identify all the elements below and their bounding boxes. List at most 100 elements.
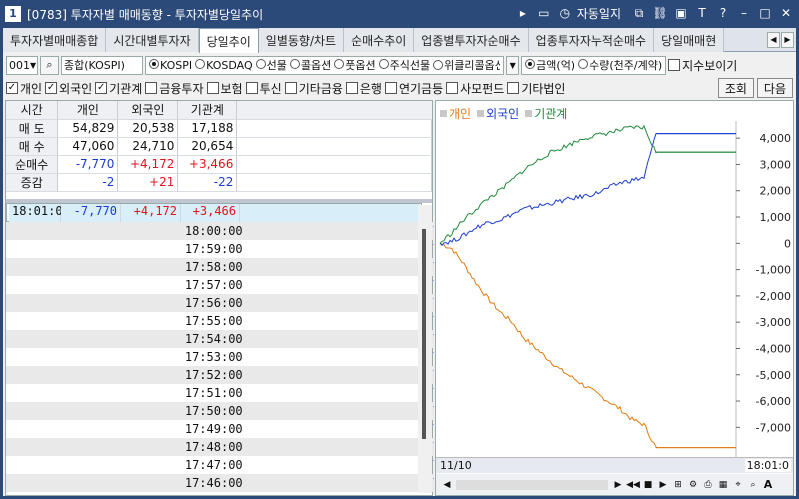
table-row[interactable]: 17:55:00-7,768+4,151+3,488	[6, 312, 434, 330]
minimize-icon[interactable]: –	[735, 4, 753, 22]
radio-put-option[interactable]: 풋옵션	[334, 57, 376, 73]
radio-quantity[interactable]: 수량(천주/계약)	[578, 57, 662, 73]
y-tick-label: 2,000	[760, 185, 792, 198]
radio-stock-futures[interactable]: 주식선물	[378, 57, 430, 73]
help-icon[interactable]: ?	[714, 4, 732, 22]
save-icon[interactable]: ▣	[672, 4, 690, 22]
market-toolbar: 001 ▼ ⌕ 종합(KOSPI) KOSPI KOSDAQ 선물 콜옵션 풋옵션…	[3, 53, 796, 77]
y-tick-label: 0	[784, 237, 791, 250]
tab-prev-icon[interactable]: ◀	[767, 31, 780, 48]
filter-institution[interactable]: ✓ 기관계	[95, 80, 142, 97]
table-row[interactable]: 17:56:00-7,768+4,151+3,488	[6, 294, 434, 312]
vertical-scrollbar[interactable]	[418, 205, 432, 493]
legend-individual[interactable]: 개인	[440, 105, 471, 122]
row-empty-cell	[240, 203, 419, 222]
code-select[interactable]: 001 ▼	[6, 55, 38, 75]
table-row[interactable]: 17:59:00-7,768+4,151+3,488	[6, 240, 434, 258]
rewind-icon[interactable]: ◀◀	[626, 478, 640, 492]
table-row[interactable]: 18:00:00-7,768+4,151+3,488	[6, 222, 434, 240]
query-button[interactable]: 조회	[717, 78, 754, 98]
filter-pension[interactable]: 연기금등	[384, 80, 443, 97]
maximize-icon[interactable]: □	[756, 4, 774, 22]
scrollbar-thumb[interactable]	[422, 229, 426, 439]
stop-icon[interactable]: ■	[641, 478, 655, 492]
next-button[interactable]: 다음	[756, 78, 793, 98]
play-icon[interactable]: ▶	[656, 478, 670, 492]
filter-insurance[interactable]: 보험	[206, 80, 243, 97]
tab-daily-trend[interactable]: 당일추이	[198, 28, 259, 53]
window-number-badge: 1	[5, 6, 21, 22]
tab-daily-trade[interactable]: 당일매매현	[654, 28, 725, 52]
market-name-field[interactable]: 종합(KOSPI)	[61, 55, 143, 75]
summary-table: 시간 개인 외국인 기관계 매 도 54,829 20,538 17,188 매…	[6, 101, 432, 192]
display-icon[interactable]: ▭	[535, 4, 553, 22]
search-chart-icon[interactable]: ⌕	[746, 478, 760, 492]
radio-kosdaq[interactable]: KOSDAQ	[195, 58, 253, 72]
header-individual: 개인	[57, 101, 119, 120]
grid-icon[interactable]: ▦	[716, 478, 730, 492]
table-row[interactable]: 17:53:00-7,768+4,151+3,488	[6, 348, 434, 366]
table-row[interactable]: 18:01:00 -7,770 +4,172 +3,466	[6, 203, 422, 222]
summary-row-buy: 매 수 47,060 24,710 20,654	[6, 137, 432, 156]
filter-financial-invest[interactable]: 금융투자	[145, 80, 204, 97]
table-row[interactable]: 17:46:00-7,767+4,151+3,487	[6, 474, 434, 492]
market-dropdown-icon[interactable]: ▼	[506, 55, 520, 75]
table-row[interactable]: 17:54:00-7,768+4,151+3,488	[6, 330, 434, 348]
legend-foreign[interactable]: 외국인	[477, 105, 519, 122]
series-line-institution	[439, 124, 736, 244]
scroll-right-icon[interactable]: ▶	[611, 478, 625, 492]
auto-journal-label[interactable]: 자동일지	[577, 5, 621, 22]
table-row[interactable]: 17:49:00-7,767+4,151+3,487	[6, 420, 434, 438]
row-time: 17:58:00	[6, 258, 423, 276]
tab-time-investor[interactable]: 시간대별투자자	[106, 28, 199, 52]
investor-filter-row: ✓ 개인 ✓ 외국인 ✓ 기관계 금융투자 보험 투신 기타금융 은행 연기금등 사모…	[3, 77, 796, 99]
search-icon[interactable]: ⌕	[40, 55, 59, 75]
print-icon[interactable]: ⎙	[701, 478, 715, 492]
arrow-right-icon[interactable]: ▸	[514, 4, 532, 22]
filter-foreign[interactable]: ✓ 외국인	[45, 80, 92, 97]
table-row[interactable]: 17:52:00-7,768+4,151+3,488	[6, 366, 434, 384]
chart-time-label: 18:01:0	[744, 459, 791, 472]
tab-net-buy-trend[interactable]: 순매수추이	[344, 28, 415, 52]
tab-daily-chart[interactable]: 일별동향/차트	[258, 28, 345, 52]
radio-kospi[interactable]: KOSPI	[149, 58, 192, 72]
close-icon[interactable]: ✕	[777, 4, 795, 22]
table-row[interactable]: 17:50:00-7,767+4,151+3,487	[6, 402, 434, 420]
copy-icon[interactable]: ⧉	[630, 4, 648, 22]
radio-weekly-call[interactable]: 위클리콜옵션	[433, 57, 500, 73]
tab-sector-cumulative[interactable]: 업종투자자누적순매수	[528, 28, 655, 52]
series-line-foreign	[439, 133, 736, 247]
text-icon[interactable]: A	[761, 478, 775, 492]
table-row[interactable]: 17:57:00-7,768+4,151+3,488	[6, 276, 434, 294]
header-foreign: 외국인	[117, 101, 179, 120]
crosshair-icon[interactable]: ⌖	[731, 478, 745, 492]
scroll-left-icon[interactable]: ◀	[440, 478, 454, 492]
filter-trust[interactable]: 투신	[245, 80, 282, 97]
chart-scrollbar[interactable]	[456, 479, 608, 490]
tab-sector-net-buy[interactable]: 업종별투자자순매수	[414, 28, 529, 52]
table-row[interactable]: 17:48:00-7,767+4,151+3,487	[6, 438, 434, 456]
radio-futures[interactable]: 선물	[255, 57, 287, 73]
link-icon[interactable]: ⛓	[651, 4, 669, 22]
tab-next-icon[interactable]: ▶	[781, 31, 794, 48]
table-row[interactable]: 17:51:00-7,768+4,151+3,488	[6, 384, 434, 402]
trend-chart[interactable]: 4,000 3,000 2,000 1,000 0 -1,000 -2,000 -3,000 -…	[436, 121, 793, 457]
clock-icon[interactable]: ◷	[556, 4, 574, 22]
zoom-icon[interactable]: ⊞	[671, 478, 685, 492]
filter-individual[interactable]: ✓ 개인	[6, 80, 42, 97]
table-row[interactable]: 17:47:00-7,767+4,151+3,487	[6, 456, 434, 474]
legend-institution[interactable]: 기관계	[525, 105, 567, 122]
filter-bank[interactable]: 은행	[345, 80, 382, 97]
filter-other-finance[interactable]: 기타금융	[284, 80, 343, 97]
radio-amount[interactable]: 금액(억)	[525, 57, 575, 73]
filter-other-corp[interactable]: 기타법인	[507, 80, 565, 97]
font-icon[interactable]: T	[693, 4, 711, 22]
table-row[interactable]: 17:58:00-7,768+4,151+3,488	[6, 258, 434, 276]
settings-icon[interactable]: ⚙	[686, 478, 700, 492]
show-index-checkbox[interactable]: 지수보이기	[668, 57, 737, 74]
row-time: 17:52:00	[6, 366, 423, 384]
radio-call-option[interactable]: 콜옵션	[289, 57, 331, 73]
tab-investor-summary[interactable]: 투자자별매매종합	[3, 28, 107, 52]
filter-private-fund[interactable]: 사모펀드	[446, 80, 504, 97]
row-time: 17:50:00	[6, 402, 423, 420]
